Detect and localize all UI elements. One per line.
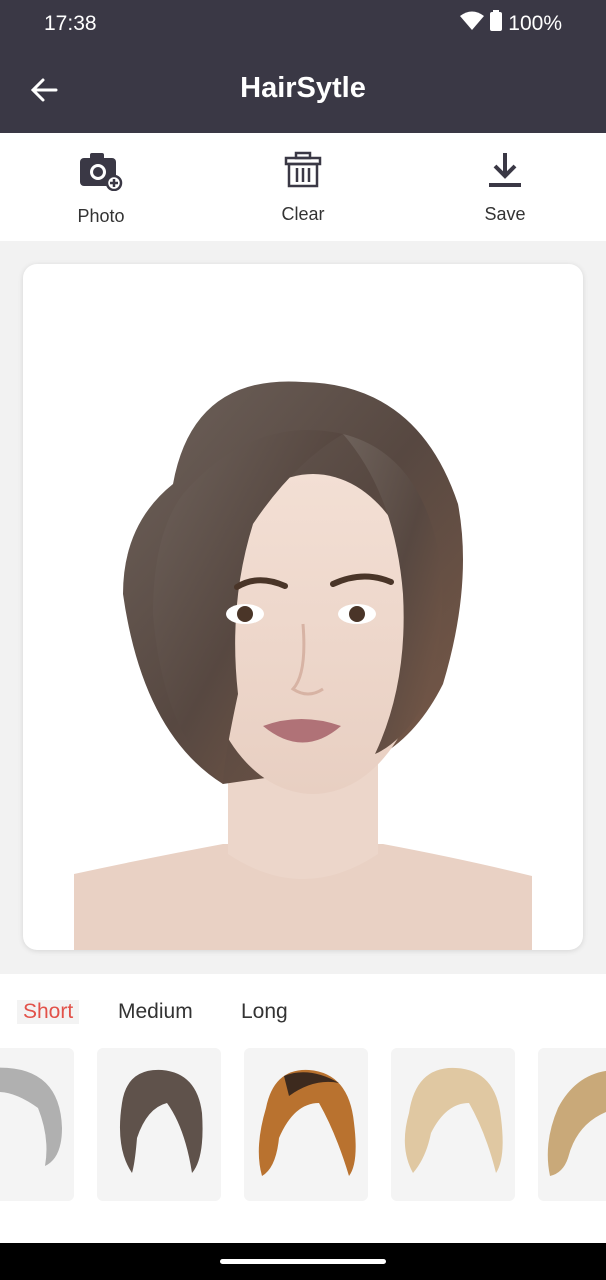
- clear-button[interactable]: Clear: [243, 151, 363, 225]
- hairstyle-thumbnail[interactable]: [0, 1048, 74, 1201]
- page-title: HairSytle: [240, 72, 366, 104]
- wavy-blonde-hair-image: [547, 1071, 606, 1176]
- trash-icon: [284, 151, 322, 194]
- save-label: Save: [484, 204, 526, 224]
- action-toolbar: Photo Clear Save: [0, 133, 606, 241]
- hairstyle-preview-canvas[interactable]: [23, 264, 583, 950]
- clear-label: Clear: [281, 204, 325, 224]
- system-nav-bar: [0, 1243, 606, 1280]
- auburn-bob-hair-image: [258, 1069, 356, 1176]
- add-photo-camera-icon: [79, 151, 123, 196]
- battery-percent: 100%: [508, 11, 562, 35]
- status-icons: 100%: [460, 10, 562, 37]
- blonde-bob-hair-image: [404, 1067, 503, 1173]
- hairstyle-thumbnail[interactable]: [244, 1048, 368, 1201]
- status-bar: 17:38 100%: [0, 0, 606, 48]
- tab-long[interactable]: Long: [241, 1000, 288, 1024]
- battery-icon: [490, 10, 503, 37]
- hairstyle-picker: Short Medium Long: [0, 974, 606, 1244]
- brown-bob-hair-image: [119, 1069, 203, 1173]
- gray-bob-hair-image: [0, 1067, 62, 1166]
- save-button[interactable]: Save: [445, 151, 565, 225]
- home-gesture-handle[interactable]: [220, 1259, 386, 1264]
- hairstyle-thumbnail-list: [0, 1048, 606, 1203]
- hairstyle-thumbnail[interactable]: [391, 1048, 515, 1201]
- tab-short[interactable]: Short: [17, 1000, 80, 1024]
- tab-medium[interactable]: Medium: [118, 1000, 193, 1024]
- hairstyle-thumbnail[interactable]: [97, 1048, 221, 1201]
- hairstyle-thumbnail[interactable]: [538, 1048, 606, 1201]
- photo-button[interactable]: Photo: [41, 151, 161, 227]
- wifi-icon: [460, 11, 485, 37]
- photo-label: Photo: [77, 206, 125, 226]
- model-face-image: [74, 381, 532, 950]
- status-time: 17:38: [44, 12, 97, 35]
- app-header: 17:38 100% HairSytle: [0, 0, 606, 133]
- download-icon: [487, 151, 523, 194]
